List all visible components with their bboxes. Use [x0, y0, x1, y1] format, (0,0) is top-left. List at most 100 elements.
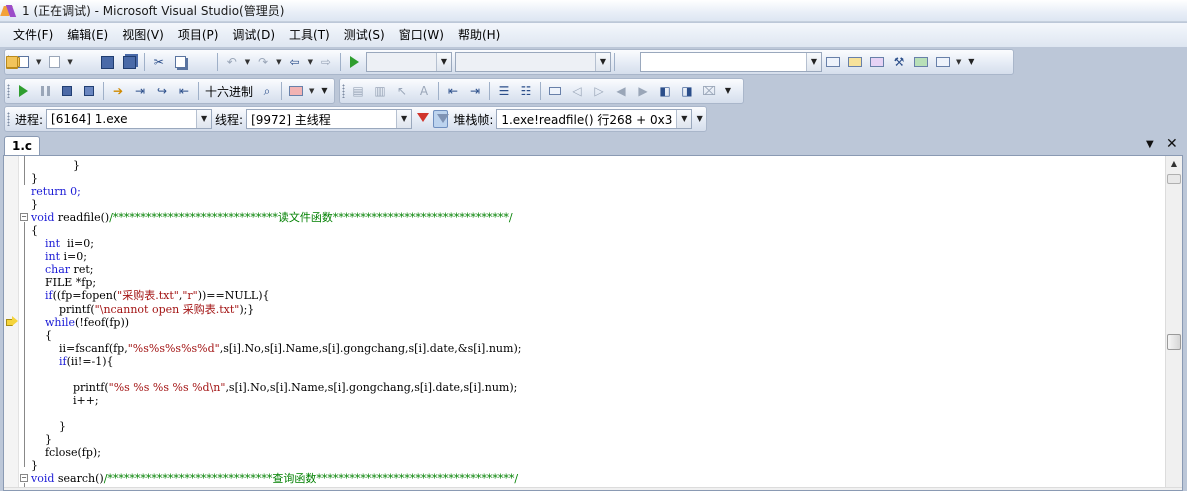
filter-icon[interactable]: [433, 110, 450, 128]
next-bookmark-in-folder-icon[interactable]: ▶: [634, 82, 652, 100]
toolbar-grip[interactable]: [7, 112, 10, 126]
chevron-down-icon[interactable]: ▼: [676, 110, 692, 128]
show-next-statement-icon[interactable]: ➔: [109, 82, 127, 100]
chevron-down-icon[interactable]: ▼: [196, 110, 212, 128]
save-icon[interactable]: [99, 53, 117, 71]
collapse-icon[interactable]: −: [20, 213, 28, 221]
toolbar-row-standard: ▼ ▼ ✂ ↶ ▼ ↷ ▼ ⇦ ▼ ⇨ ▼ ▼ ▼ ⚒ ▼ ▼: [0, 48, 1187, 77]
stop-debugging-icon[interactable]: [58, 82, 76, 100]
chevron-down-icon[interactable]: ▼: [594, 53, 610, 71]
decrease-indent-icon[interactable]: ⇤: [444, 82, 462, 100]
collapse-icon[interactable]: −: [20, 474, 28, 482]
indicator-margin[interactable]: [4, 156, 19, 490]
object-browser-icon[interactable]: [868, 53, 886, 71]
add-item-dropdown-icon[interactable]: ▼: [67, 58, 72, 66]
restart-icon[interactable]: [80, 82, 98, 100]
find-combo[interactable]: ▼: [639, 52, 822, 72]
toolbar-grip[interactable]: [7, 84, 10, 98]
start-page-icon[interactable]: [912, 53, 930, 71]
redo-dropdown-icon[interactable]: ▼: [276, 58, 281, 66]
solution-platform-combo[interactable]: ▼: [454, 52, 611, 72]
quick-watch-icon[interactable]: ⌕: [258, 82, 276, 100]
uncomment-lines-icon[interactable]: ☷: [517, 82, 535, 100]
scroll-up-icon[interactable]: ▲: [1166, 156, 1182, 172]
separator: [216, 53, 218, 71]
redo-icon[interactable]: ↷: [254, 53, 272, 71]
thread-combo[interactable]: [9972] 主线程 ▼: [246, 109, 413, 129]
paste-icon[interactable]: [6, 53, 212, 71]
chevron-down-icon[interactable]: ▼: [396, 110, 412, 128]
step-into-icon[interactable]: ⇥: [131, 82, 149, 100]
find-in-files-icon[interactable]: [6, 53, 638, 71]
vertical-scrollbar[interactable]: ▲: [1165, 156, 1182, 490]
display-parameter-info-icon[interactable]: ▥: [371, 82, 389, 100]
menu-view[interactable]: 视图(V): [115, 25, 171, 45]
filter-icon[interactable]: [414, 110, 430, 128]
close-icon[interactable]: ✕: [1166, 136, 1178, 152]
toolbar-overflow-icon[interactable]: ▼: [696, 108, 703, 130]
continue-icon[interactable]: [14, 82, 32, 100]
clear-bookmarks-icon[interactable]: ⌧: [700, 82, 718, 100]
menu-test[interactable]: 测试(S): [337, 25, 392, 45]
display-word-completion-icon[interactable]: A: [415, 82, 433, 100]
chevron-down-icon[interactable]: ▼: [805, 53, 821, 71]
code-text[interactable]: } } return 0; } void readfile()/********…: [31, 159, 521, 485]
open-file-icon[interactable]: [6, 53, 95, 71]
code-line: }: [31, 419, 66, 433]
properties-window-icon[interactable]: [846, 53, 864, 71]
toolbox-icon[interactable]: ⚒: [890, 53, 908, 71]
new-project-dropdown-icon[interactable]: ▼: [36, 58, 41, 66]
comment-out-lines-icon[interactable]: ☰: [495, 82, 513, 100]
toolbar-grip[interactable]: [342, 84, 345, 98]
solution-explorer-icon[interactable]: [824, 53, 842, 71]
menu-file[interactable]: 文件(F): [6, 25, 60, 45]
undo-dropdown-icon[interactable]: ▼: [245, 58, 250, 66]
chevron-down-icon[interactable]: ▼: [435, 53, 451, 71]
stack-frame-combo[interactable]: 1.exe!readfile() 行268 + 0x3 字 ▼: [496, 109, 693, 129]
step-out-icon[interactable]: ⇤: [175, 82, 193, 100]
separator: [438, 82, 439, 100]
split-handle[interactable]: [1167, 174, 1181, 184]
breakpoints-window-icon[interactable]: [287, 82, 305, 100]
command-window-icon[interactable]: [934, 53, 952, 71]
hexadecimal-display-button[interactable]: 十六进制: [202, 83, 256, 100]
command-window-dropdown-icon[interactable]: ▼: [956, 58, 961, 66]
menu-tools[interactable]: 工具(T): [282, 25, 337, 45]
tab-1-c[interactable]: 1.c: [4, 136, 40, 156]
solution-configuration-combo[interactable]: ▼: [365, 52, 452, 72]
horizontal-scrollbar[interactable]: [4, 487, 1182, 490]
menu-help[interactable]: 帮助(H): [451, 25, 507, 45]
display-object-members-icon[interactable]: ▤: [349, 82, 367, 100]
menu-edit[interactable]: 编辑(E): [60, 25, 115, 45]
previous-bookmark-in-folder-icon[interactable]: ◀: [612, 82, 630, 100]
active-files-dropdown-icon[interactable]: ▼: [1146, 139, 1154, 150]
next-bookmark-in-document-icon[interactable]: ◨: [678, 82, 696, 100]
navigate-backward-icon[interactable]: ⇦: [286, 53, 304, 71]
menu-project[interactable]: 项目(P): [171, 25, 226, 45]
cut-icon[interactable]: ✂: [150, 53, 168, 71]
step-over-icon[interactable]: ↪: [153, 82, 171, 100]
toolbar-overflow-icon[interactable]: ▼: [724, 80, 732, 102]
break-all-icon[interactable]: [36, 82, 54, 100]
breakpoints-window-dropdown-icon[interactable]: ▼: [309, 87, 314, 95]
next-bookmark-icon[interactable]: ▷: [590, 82, 608, 100]
display-quick-info-icon[interactable]: ↖: [393, 82, 411, 100]
navigate-backward-dropdown-icon[interactable]: ▼: [308, 58, 313, 66]
save-all-icon[interactable]: [121, 53, 139, 71]
scrollbar-thumb[interactable]: [1167, 334, 1181, 350]
increase-indent-icon[interactable]: ⇥: [466, 82, 484, 100]
menu-window[interactable]: 窗口(W): [392, 25, 451, 45]
code-editor[interactable]: − − } } return 0; } void readfile()/****…: [3, 155, 1183, 491]
previous-bookmark-in-document-icon[interactable]: ◧: [656, 82, 674, 100]
start-debugging-icon[interactable]: [346, 53, 364, 71]
undo-icon[interactable]: ↶: [223, 53, 241, 71]
navigate-forward-icon[interactable]: ⇨: [317, 53, 335, 71]
add-item-icon[interactable]: [45, 53, 63, 71]
menu-debug[interactable]: 调试(D): [225, 25, 282, 45]
toggle-bookmark-icon[interactable]: [546, 82, 564, 100]
toolbar-overflow-icon[interactable]: ▼: [320, 80, 328, 102]
previous-bookmark-icon[interactable]: ◁: [568, 82, 586, 100]
toolbar-overflow-icon[interactable]: ▼: [967, 51, 975, 73]
copy-icon[interactable]: [172, 53, 190, 71]
process-combo[interactable]: [6164] 1.exe ▼: [46, 109, 213, 129]
